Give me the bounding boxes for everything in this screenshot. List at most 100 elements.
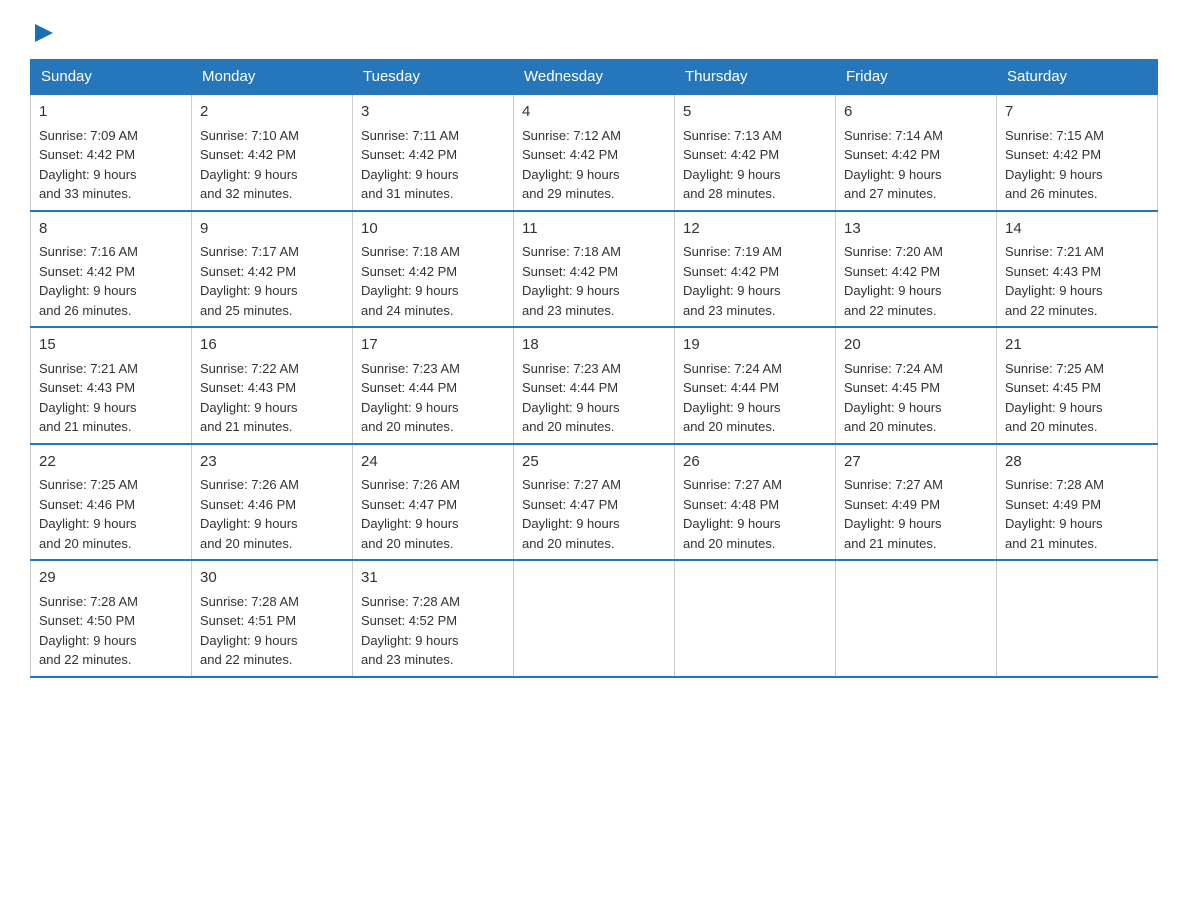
sunset-label: Sunset: 4:42 PM xyxy=(361,147,457,162)
calendar-cell: 30Sunrise: 7:28 AMSunset: 4:51 PMDayligh… xyxy=(192,560,353,677)
calendar-cell: 27Sunrise: 7:27 AMSunset: 4:49 PMDayligh… xyxy=(836,444,997,561)
daylight-and-minutes: and 25 minutes. xyxy=(200,303,293,318)
sunset-label: Sunset: 4:42 PM xyxy=(361,264,457,279)
calendar-cell xyxy=(836,560,997,677)
calendar-cell: 13Sunrise: 7:20 AMSunset: 4:42 PMDayligh… xyxy=(836,211,997,328)
calendar-cell: 2Sunrise: 7:10 AMSunset: 4:42 PMDaylight… xyxy=(192,94,353,211)
sunrise-label: Sunrise: 7:27 AM xyxy=(522,477,621,492)
calendar-cell: 9Sunrise: 7:17 AMSunset: 4:42 PMDaylight… xyxy=(192,211,353,328)
sunrise-label: Sunrise: 7:12 AM xyxy=(522,128,621,143)
daylight-and-minutes: and 23 minutes. xyxy=(361,652,454,667)
sunrise-label: Sunrise: 7:16 AM xyxy=(39,244,138,259)
sunset-label: Sunset: 4:42 PM xyxy=(1005,147,1101,162)
sunset-label: Sunset: 4:44 PM xyxy=(522,380,618,395)
sunset-label: Sunset: 4:42 PM xyxy=(522,147,618,162)
weekday-header-saturday: Saturday xyxy=(997,60,1158,95)
day-number: 3 xyxy=(361,101,505,124)
sunrise-label: Sunrise: 7:28 AM xyxy=(361,594,460,609)
daylight-and-minutes: and 23 minutes. xyxy=(522,303,615,318)
day-number: 30 xyxy=(200,567,344,590)
day-number: 28 xyxy=(1005,451,1149,474)
daylight-label: Daylight: 9 hours xyxy=(1005,516,1103,531)
sunrise-label: Sunrise: 7:24 AM xyxy=(844,361,943,376)
daylight-and-minutes: and 31 minutes. xyxy=(361,186,454,201)
day-number: 24 xyxy=(361,451,505,474)
sunrise-label: Sunrise: 7:27 AM xyxy=(683,477,782,492)
sunrise-label: Sunrise: 7:22 AM xyxy=(200,361,299,376)
sunset-label: Sunset: 4:42 PM xyxy=(200,147,296,162)
daylight-label: Daylight: 9 hours xyxy=(1005,400,1103,415)
sunset-label: Sunset: 4:42 PM xyxy=(844,264,940,279)
calendar-cell: 14Sunrise: 7:21 AMSunset: 4:43 PMDayligh… xyxy=(997,211,1158,328)
daylight-and-minutes: and 20 minutes. xyxy=(683,536,776,551)
day-number: 29 xyxy=(39,567,183,590)
daylight-label: Daylight: 9 hours xyxy=(522,400,620,415)
day-number: 23 xyxy=(200,451,344,474)
calendar-week-row: 1Sunrise: 7:09 AMSunset: 4:42 PMDaylight… xyxy=(31,94,1158,211)
daylight-and-minutes: and 32 minutes. xyxy=(200,186,293,201)
day-number: 7 xyxy=(1005,101,1149,124)
day-number: 6 xyxy=(844,101,988,124)
daylight-and-minutes: and 29 minutes. xyxy=(522,186,615,201)
sunrise-label: Sunrise: 7:19 AM xyxy=(683,244,782,259)
day-number: 21 xyxy=(1005,334,1149,357)
day-number: 11 xyxy=(522,218,666,241)
sunrise-label: Sunrise: 7:23 AM xyxy=(522,361,621,376)
daylight-and-minutes: and 21 minutes. xyxy=(39,419,132,434)
sunset-label: Sunset: 4:42 PM xyxy=(683,264,779,279)
sunset-label: Sunset: 4:49 PM xyxy=(844,497,940,512)
calendar-cell: 12Sunrise: 7:19 AMSunset: 4:42 PMDayligh… xyxy=(675,211,836,328)
calendar-cell: 5Sunrise: 7:13 AMSunset: 4:42 PMDaylight… xyxy=(675,94,836,211)
daylight-label: Daylight: 9 hours xyxy=(844,283,942,298)
daylight-label: Daylight: 9 hours xyxy=(39,283,137,298)
day-number: 19 xyxy=(683,334,827,357)
daylight-label: Daylight: 9 hours xyxy=(39,633,137,648)
sunrise-label: Sunrise: 7:11 AM xyxy=(361,128,459,143)
sunset-label: Sunset: 4:47 PM xyxy=(361,497,457,512)
sunrise-label: Sunrise: 7:25 AM xyxy=(39,477,138,492)
sunrise-label: Sunrise: 7:21 AM xyxy=(1005,244,1104,259)
day-number: 16 xyxy=(200,334,344,357)
daylight-label: Daylight: 9 hours xyxy=(200,516,298,531)
sunrise-label: Sunrise: 7:28 AM xyxy=(200,594,299,609)
sunrise-label: Sunrise: 7:24 AM xyxy=(683,361,782,376)
calendar-cell xyxy=(997,560,1158,677)
daylight-label: Daylight: 9 hours xyxy=(361,516,459,531)
day-number: 1 xyxy=(39,101,183,124)
daylight-and-minutes: and 22 minutes. xyxy=(39,652,132,667)
calendar-cell: 19Sunrise: 7:24 AMSunset: 4:44 PMDayligh… xyxy=(675,327,836,444)
sunset-label: Sunset: 4:42 PM xyxy=(200,264,296,279)
daylight-and-minutes: and 20 minutes. xyxy=(361,419,454,434)
day-number: 10 xyxy=(361,218,505,241)
daylight-label: Daylight: 9 hours xyxy=(522,283,620,298)
daylight-and-minutes: and 20 minutes. xyxy=(522,419,615,434)
daylight-and-minutes: and 20 minutes. xyxy=(683,419,776,434)
day-number: 13 xyxy=(844,218,988,241)
sunrise-label: Sunrise: 7:18 AM xyxy=(522,244,621,259)
calendar-cell: 15Sunrise: 7:21 AMSunset: 4:43 PMDayligh… xyxy=(31,327,192,444)
daylight-label: Daylight: 9 hours xyxy=(844,516,942,531)
calendar-cell: 4Sunrise: 7:12 AMSunset: 4:42 PMDaylight… xyxy=(514,94,675,211)
sunrise-label: Sunrise: 7:26 AM xyxy=(200,477,299,492)
calendar-cell: 26Sunrise: 7:27 AMSunset: 4:48 PMDayligh… xyxy=(675,444,836,561)
calendar-cell: 25Sunrise: 7:27 AMSunset: 4:47 PMDayligh… xyxy=(514,444,675,561)
daylight-label: Daylight: 9 hours xyxy=(39,167,137,182)
calendar-cell: 29Sunrise: 7:28 AMSunset: 4:50 PMDayligh… xyxy=(31,560,192,677)
sunset-label: Sunset: 4:47 PM xyxy=(522,497,618,512)
calendar-cell: 17Sunrise: 7:23 AMSunset: 4:44 PMDayligh… xyxy=(353,327,514,444)
weekday-header-friday: Friday xyxy=(836,60,997,95)
day-number: 12 xyxy=(683,218,827,241)
sunrise-label: Sunrise: 7:27 AM xyxy=(844,477,943,492)
logo xyxy=(30,20,55,49)
daylight-and-minutes: and 20 minutes. xyxy=(361,536,454,551)
sunrise-label: Sunrise: 7:13 AM xyxy=(683,128,782,143)
day-number: 5 xyxy=(683,101,827,124)
sunrise-label: Sunrise: 7:14 AM xyxy=(844,128,943,143)
daylight-label: Daylight: 9 hours xyxy=(1005,283,1103,298)
sunset-label: Sunset: 4:45 PM xyxy=(1005,380,1101,395)
calendar-cell: 20Sunrise: 7:24 AMSunset: 4:45 PMDayligh… xyxy=(836,327,997,444)
day-number: 25 xyxy=(522,451,666,474)
daylight-label: Daylight: 9 hours xyxy=(200,400,298,415)
daylight-and-minutes: and 23 minutes. xyxy=(683,303,776,318)
sunset-label: Sunset: 4:42 PM xyxy=(39,264,135,279)
